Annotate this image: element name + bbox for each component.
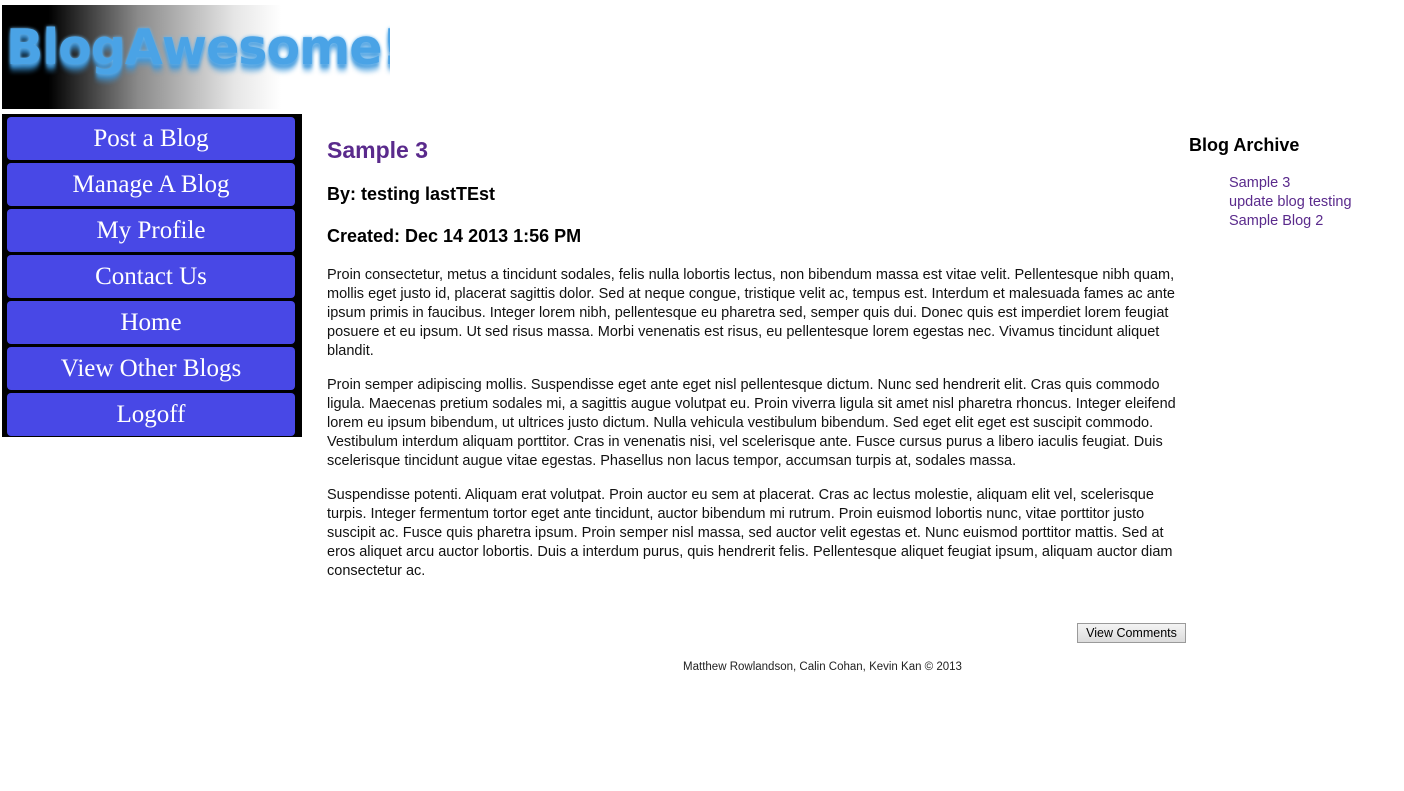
logo-text: BlogAwesome!	[6, 19, 390, 76]
blog-post: Sample 3 By: testing lastTEst Created: D…	[327, 126, 1189, 581]
page: BlogAwesome! Post a Blog Manage A Blog M…	[0, 0, 1404, 791]
archive-list: Sample 3 update blog testing Sample Blog…	[1229, 174, 1399, 231]
nav-manage-a-blog-button[interactable]: Manage A Blog	[7, 163, 295, 206]
nav-home-button[interactable]: Home	[7, 301, 295, 344]
nav-my-profile-button[interactable]: My Profile	[7, 209, 295, 252]
blog-archive: Blog Archive Sample 3 update blog testin…	[1189, 134, 1399, 231]
site-logo[interactable]: BlogAwesome!	[2, 5, 390, 109]
post-body: Proin consectetur, metus a tincidunt sod…	[327, 266, 1189, 581]
archive-title: Blog Archive	[1189, 135, 1300, 155]
archive-link[interactable]: Sample 3	[1229, 174, 1399, 193]
post-created-date: Created: Dec 14 2013 1:56 PM	[327, 226, 582, 246]
view-comments-button[interactable]: View Comments	[1077, 623, 1186, 643]
nav-contact-us-button[interactable]: Contact Us	[7, 255, 295, 298]
post-paragraph: Suspendisse potenti. Aliquam erat volutp…	[327, 487, 1173, 579]
post-author: By: testing lastTEst	[327, 184, 496, 204]
post-paragraph: Proin consectetur, metus a tincidunt sod…	[327, 267, 1175, 359]
sidebar-nav: Post a Blog Manage A Blog My Profile Con…	[2, 114, 302, 437]
post-title: Sample 3	[327, 137, 428, 163]
nav-view-other-blogs-button[interactable]: View Other Blogs	[7, 347, 295, 390]
nav-logoff-button[interactable]: Logoff	[7, 393, 295, 436]
archive-link[interactable]: Sample Blog 2	[1229, 212, 1399, 231]
nav-post-a-blog-button[interactable]: Post a Blog	[7, 117, 295, 160]
post-paragraph: Proin semper adipiscing mollis. Suspendi…	[327, 377, 1176, 469]
footer-credits: Matthew Rowlandson, Calin Cohan, Kevin K…	[683, 661, 962, 673]
archive-link[interactable]: update blog testing	[1229, 193, 1399, 212]
